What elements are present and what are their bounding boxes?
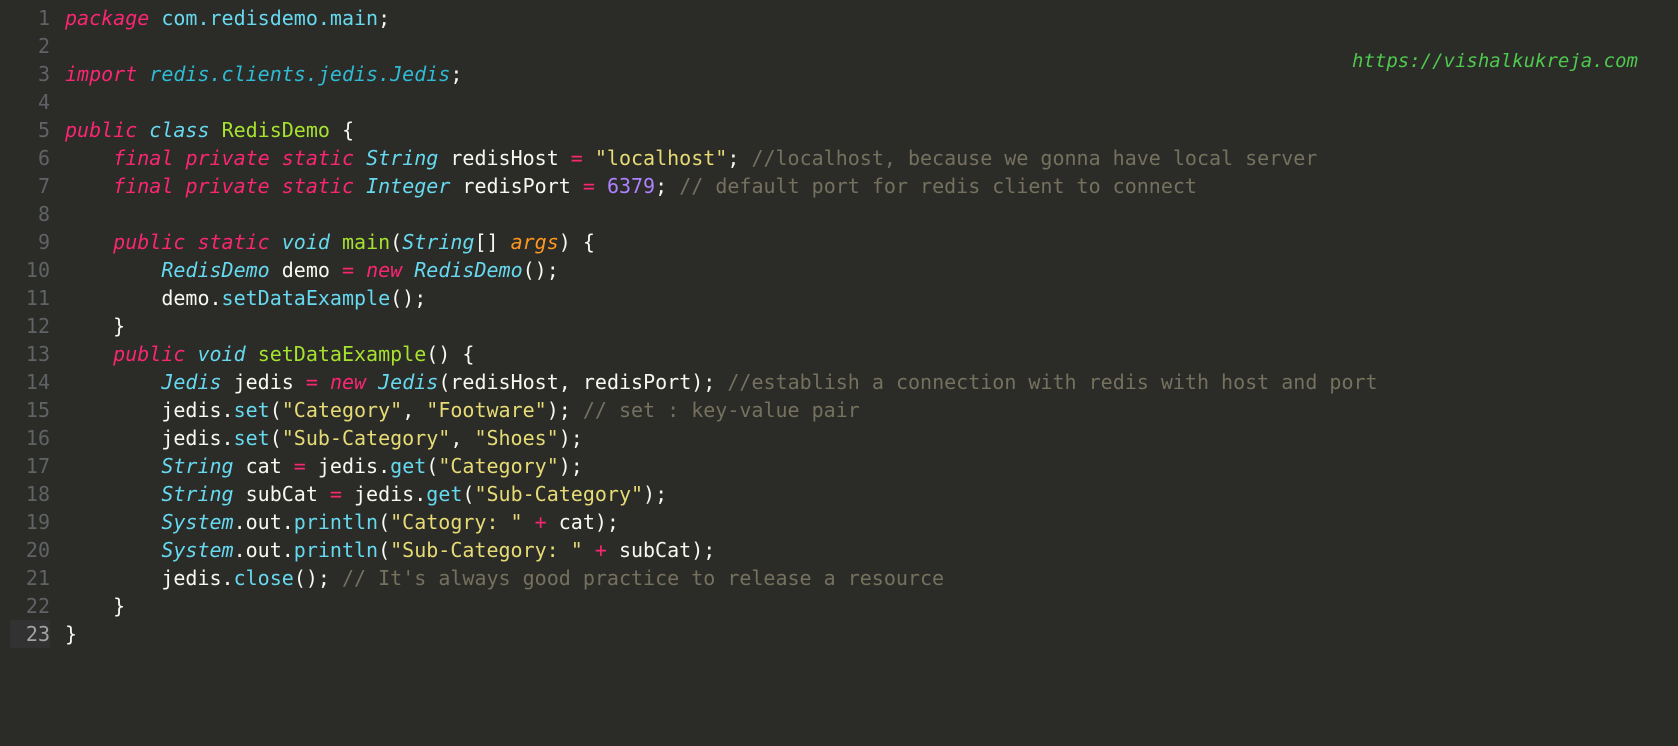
line-number: 6	[10, 144, 50, 172]
line-number: 4	[10, 88, 50, 116]
code-line: public class RedisDemo {	[65, 116, 1678, 144]
code-line: RedisDemo demo = new RedisDemo();	[65, 256, 1678, 284]
code-line: jedis.set("Sub-Category", "Shoes");	[65, 424, 1678, 452]
line-number: 23	[10, 620, 50, 648]
code-line	[65, 88, 1678, 116]
code-line: jedis.close(); // It's always good pract…	[65, 564, 1678, 592]
line-number: 3	[10, 60, 50, 88]
line-number: 17	[10, 452, 50, 480]
code-line: package com.redisdemo.main;	[65, 4, 1678, 32]
code-line: demo.setDataExample();	[65, 284, 1678, 312]
line-number: 18	[10, 480, 50, 508]
line-number: 16	[10, 424, 50, 452]
code-line: Jedis jedis = new Jedis(redisHost, redis…	[65, 368, 1678, 396]
line-number: 13	[10, 340, 50, 368]
code-line: public void setDataExample() {	[65, 340, 1678, 368]
line-number: 5	[10, 116, 50, 144]
line-number: 21	[10, 564, 50, 592]
code-line: System.out.println("Sub-Category: " + su…	[65, 536, 1678, 564]
code-line: final private static Integer redisPort =…	[65, 172, 1678, 200]
code-line: String cat = jedis.get("Category");	[65, 452, 1678, 480]
line-number-gutter: 1 2 3 4 5 6 7 8 9 10 11 12 13 14 15 16 1…	[0, 0, 65, 746]
code-line: System.out.println("Catogry: " + cat);	[65, 508, 1678, 536]
code-editor: 1 2 3 4 5 6 7 8 9 10 11 12 13 14 15 16 1…	[0, 0, 1678, 746]
code-line: }	[65, 592, 1678, 620]
code-line: jedis.set("Category", "Footware"); // se…	[65, 396, 1678, 424]
line-number: 20	[10, 536, 50, 564]
watermark-link: https://vishalkukreja.com	[1352, 48, 1638, 75]
line-number: 15	[10, 396, 50, 424]
line-number: 12	[10, 312, 50, 340]
code-line: final private static String redisHost = …	[65, 144, 1678, 172]
line-number: 19	[10, 508, 50, 536]
line-number: 8	[10, 200, 50, 228]
code-line	[65, 200, 1678, 228]
code-line: }	[65, 312, 1678, 340]
line-number: 10	[10, 256, 50, 284]
line-number: 1	[10, 4, 50, 32]
line-number: 14	[10, 368, 50, 396]
code-line: public static void main(String[] args) {	[65, 228, 1678, 256]
line-number: 11	[10, 284, 50, 312]
code-content[interactable]: https://vishalkukreja.com package com.re…	[65, 0, 1678, 746]
line-number: 2	[10, 32, 50, 60]
code-line: String subCat = jedis.get("Sub-Category"…	[65, 480, 1678, 508]
line-number: 9	[10, 228, 50, 256]
line-number: 22	[10, 592, 50, 620]
line-number: 7	[10, 172, 50, 200]
code-line: }	[65, 620, 1678, 648]
